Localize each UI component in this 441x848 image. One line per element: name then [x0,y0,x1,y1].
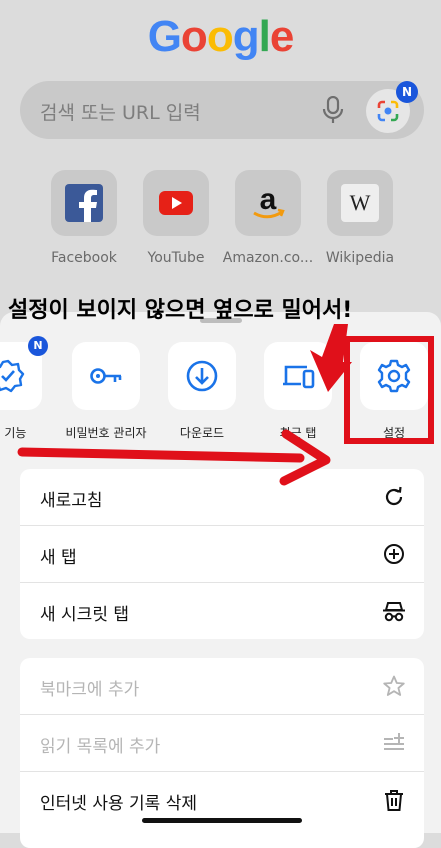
tool-whats-new[interactable]: N 운 기능 [0,336,56,441]
annotation-headline: 설정이 보이지 않으면 옆으로 밀어서! [8,298,353,323]
menu-item-label: 새 시크릿 탭 [40,605,130,625]
search-placeholder: 검색 또는 URL 입력 [40,102,201,124]
menu-item-label: 북마크에 추가 [40,680,140,700]
menu-item-reload[interactable]: 새로고침 [20,469,424,526]
shortcut-facebook[interactable]: Facebook [34,170,134,266]
verified-badge-icon [0,359,25,393]
new-badge: N [396,81,418,103]
tool-downloads[interactable]: 다운로드 [154,342,250,441]
new-tab-icon [384,544,404,564]
key-icon [90,368,122,384]
tool-recent-tabs[interactable]: 최근 탭 [250,342,346,441]
shortcut-wikipedia[interactable]: W Wikipedia [310,170,410,266]
menu-item-label: 새로고침 [40,491,103,511]
menu-item-new-incognito-tab[interactable]: 새 시크릿 탭 [20,583,424,639]
tool-label: 최근 탭 [279,426,317,440]
menu-item-new-tab[interactable]: 새 탭 [20,526,424,583]
reading-list-add-icon [384,733,404,750]
menu-card-primary: 새로고침 새 탭 새 시크릿 탭 [20,469,424,639]
reload-icon [385,486,403,506]
menu-item-label: 인터넷 사용 기록 삭제 [40,794,197,814]
menu-item-add-reading-list[interactable]: 읽기 목록에 추가 [20,715,424,772]
shortcut-label: Wikipedia [325,250,395,266]
tool-label: 다운로드 [179,426,225,440]
facebook-icon [65,184,103,222]
svg-text:a: a [260,183,277,216]
recent-tabs-icon [283,365,315,389]
shortcut-label: YouTube [147,250,205,266]
wikipedia-icon: W [341,184,379,222]
shortcut-label: Amazon.co... [222,250,314,266]
tool-password-manager[interactable]: 비밀번호 관리자 [58,342,154,441]
google-lens-icon [377,100,399,122]
download-icon [186,360,218,392]
google-logo: Google [147,12,295,61]
new-tab-page: Google 검색 또는 URL 입력 N Facebook YouTube a… [0,0,441,300]
incognito-icon [383,602,405,622]
new-badge: N [28,336,48,356]
tool-label: 운 기능 [0,426,27,440]
annotation-highlight-box [344,336,434,444]
home-indicator[interactable] [142,818,302,823]
shortcut-youtube[interactable]: YouTube [126,170,226,266]
menu-item-label: 읽기 목록에 추가 [40,737,161,757]
google-lens-button[interactable]: N [366,81,418,133]
youtube-icon [159,191,193,215]
star-icon [383,675,405,696]
trash-icon [385,790,403,811]
amazon-icon: a [253,183,285,219]
microphone-icon[interactable] [322,96,344,124]
tool-label: 비밀번호 관리자 [65,426,147,440]
menu-item-label: 새 탭 [40,548,77,568]
menu-item-add-bookmark[interactable]: 북마크에 추가 [20,658,424,715]
shortcut-label: Facebook [51,250,117,266]
search-bar[interactable]: 검색 또는 URL 입력 N [20,81,424,139]
shortcut-amazon[interactable]: a Amazon.co... [218,170,318,266]
